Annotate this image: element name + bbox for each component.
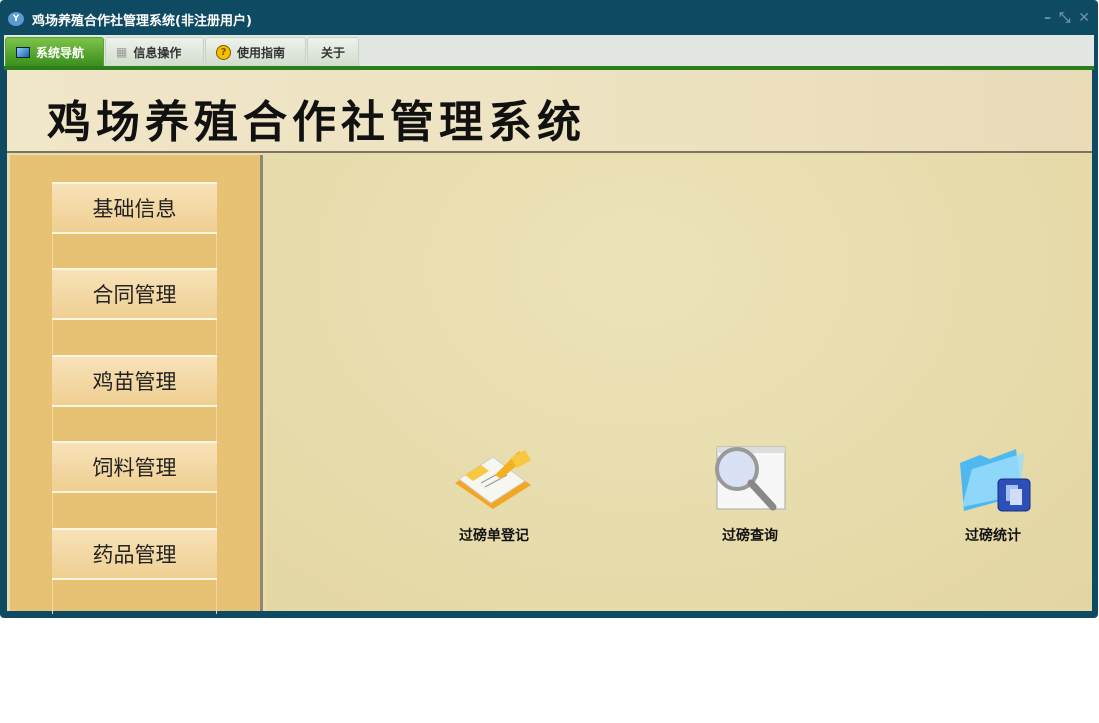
app-label: 过磅单登记 (459, 528, 529, 544)
sidebar-item-basic-info[interactable]: 基础信息 (52, 182, 217, 234)
tab-guide[interactable]: ? 使用指南 (205, 37, 306, 66)
folder-icon (960, 449, 1031, 512)
sidebar: 基础信息 合同管理 鸡苗管理 饲料管理 药品管理 (10, 155, 263, 614)
monitor-icon (16, 46, 30, 58)
weigh-stats-button[interactable]: 过磅统计 (933, 445, 1053, 545)
page-title: 鸡场养殖合作社管理系统 (47, 97, 586, 148)
restore-button[interactable]: ⤡ (1059, 10, 1070, 26)
main-panel: 过磅单登记 过磅查询 过磅统计 (266, 155, 1092, 611)
tab-label: 系统导航 (36, 45, 85, 60)
app-label: 过磅查询 (722, 528, 778, 544)
title-bar: Y 鸡场养殖合作社管理系统(非注册用户) (8, 8, 252, 30)
tab-about[interactable]: 关于 (307, 37, 359, 66)
banner: 鸡场养殖合作社管理系统 (7, 70, 1092, 153)
tab-info-ops[interactable]: ▦ 信息操作 (105, 37, 204, 66)
sidebar-item-chicks[interactable]: 鸡苗管理 (52, 355, 217, 407)
help-icon: ? (216, 44, 231, 60)
weigh-register-button[interactable]: 过磅单登记 (434, 445, 554, 545)
minimize-button[interactable]: – (1044, 10, 1051, 26)
tab-system-nav[interactable]: 系统导航 (5, 37, 104, 66)
sidebar-item-feed[interactable]: 饲料管理 (52, 441, 217, 493)
content-area: 鸡场养殖合作社管理系统 基础信息 合同管理 鸡苗管理 饲料管理 药品管理 过磅单… (7, 70, 1092, 614)
magnifier-icon (715, 446, 786, 511)
sidebar-item-contracts[interactable]: 合同管理 (52, 268, 217, 320)
window-title: 鸡场养殖合作社管理系统(非注册用户) (32, 13, 252, 29)
tab-bar: 系统导航 ▦ 信息操作 ? 使用指南 关于 (4, 35, 1094, 66)
weigh-query-button[interactable]: 过磅查询 (690, 445, 810, 545)
notepad-pencil-icon (455, 449, 531, 509)
sidebar-item-medicine[interactable]: 药品管理 (52, 528, 217, 580)
app-window: Y 鸡场养殖合作社管理系统(非注册用户) – ⤡ ✕ 系统导航 ▦ 信息操作 ?… (0, 0, 1098, 618)
tab-label: 使用指南 (237, 45, 286, 60)
close-button[interactable]: ✕ (1078, 10, 1090, 26)
app-logo-icon: Y (8, 12, 24, 26)
tab-label: 信息操作 (133, 45, 182, 60)
app-label: 过磅统计 (965, 528, 1021, 544)
tab-label: 关于 (320, 45, 345, 60)
grid-icon: ▦ (116, 45, 128, 59)
